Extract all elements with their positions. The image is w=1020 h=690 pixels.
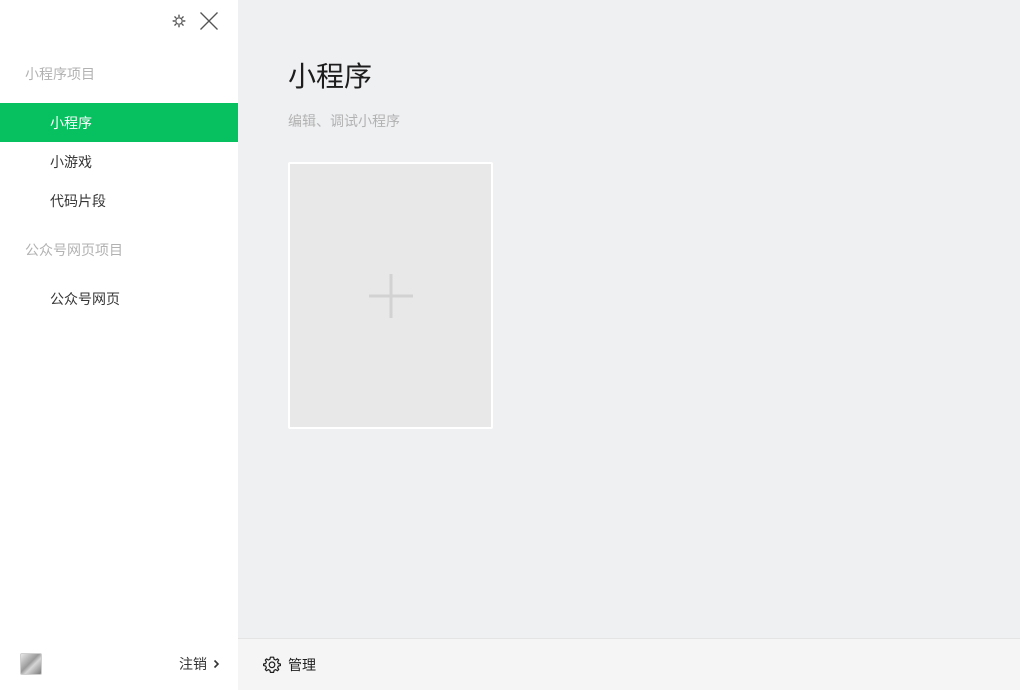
sidebar-item-label: 小程序 <box>50 115 92 132</box>
app-window: 小程序项目 小程序 小游戏 代码片段 公众号网页项目 公众号网页 注销 小程序 … <box>0 0 1020 690</box>
close-icon <box>200 12 218 30</box>
manage-label: 管理 <box>288 657 316 674</box>
gear-icon <box>263 656 281 673</box>
plus-icon <box>368 273 413 318</box>
sidebar-footer: 注销 <box>0 638 238 690</box>
window-controls <box>168 10 220 32</box>
settings-button[interactable] <box>168 10 190 32</box>
main-panel: 小程序 编辑、调试小程序 管理 <box>238 0 1020 690</box>
close-button[interactable] <box>198 10 220 32</box>
section-title-official-account: 公众号网页项目 <box>25 243 123 259</box>
sidebar-item-label: 代码片段 <box>50 193 106 210</box>
logout-button[interactable]: 注销 <box>179 654 220 674</box>
page-subtitle: 编辑、调试小程序 <box>288 114 400 130</box>
chevron-right-icon <box>213 659 220 669</box>
gear-icon <box>172 14 186 28</box>
sidebar-item-label: 公众号网页 <box>50 291 120 308</box>
new-project-card[interactable] <box>288 162 493 429</box>
manage-button[interactable]: 管理 <box>262 655 316 675</box>
section-title-miniprogram: 小程序项目 <box>25 67 95 83</box>
sidebar-item-label: 小游戏 <box>50 154 92 171</box>
sidebar-item-miniprogram[interactable]: 小程序 <box>0 103 238 142</box>
sidebar-item-official-webpage[interactable]: 公众号网页 <box>0 279 238 318</box>
bottom-bar: 管理 <box>238 638 1020 690</box>
sidebar: 小程序项目 小程序 小游戏 代码片段 公众号网页项目 公众号网页 注销 <box>0 0 238 690</box>
sidebar-item-minigame[interactable]: 小游戏 <box>0 142 238 181</box>
page-title: 小程序 <box>288 60 373 93</box>
sidebar-item-code-snippet[interactable]: 代码片段 <box>0 181 238 220</box>
avatar[interactable] <box>20 653 42 675</box>
logout-label: 注销 <box>179 657 207 673</box>
